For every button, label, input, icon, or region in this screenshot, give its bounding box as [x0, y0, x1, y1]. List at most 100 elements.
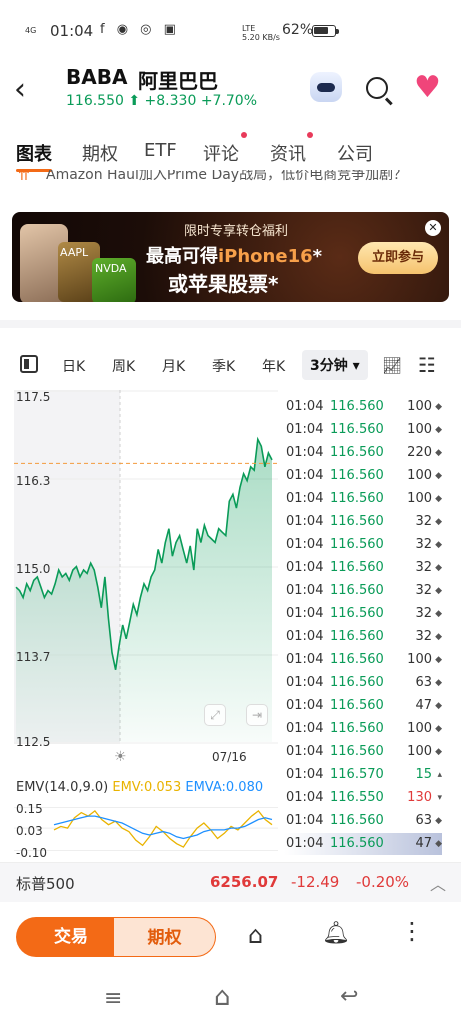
emv-legend[interactable]: EMV(14.0,9.0) EMV:0.053 EMVA:0.080	[16, 780, 263, 795]
trade-price: 116.560	[330, 813, 384, 828]
back-arrow-icon[interactable]: ‹	[14, 72, 26, 107]
period-month[interactable]: 月K	[162, 356, 185, 376]
trade-price: 116.560	[330, 652, 384, 667]
trade-price: 116.560	[330, 629, 384, 644]
trade-price: 116.560	[330, 583, 384, 598]
trade-time: 01:04	[286, 698, 324, 713]
tab-comments[interactable]: 评论	[203, 140, 239, 166]
stock-quote: 116.550 ⬆ +8.330 +7.70%	[66, 93, 257, 109]
zoom-reset-icon[interactable]: ⤢	[204, 704, 226, 726]
banner-join-button[interactable]: 立即参与	[358, 242, 438, 274]
period-quarter[interactable]: 季K	[212, 356, 235, 376]
recent-apps-icon[interactable]: ≡	[104, 986, 122, 1011]
tab-chart[interactable]: 图表	[16, 140, 52, 172]
tab-company[interactable]: 公司	[337, 140, 373, 166]
trade-time: 01:04	[286, 537, 324, 552]
index-name: 标普500	[16, 875, 75, 893]
layout-toggle-icon[interactable]	[20, 355, 38, 373]
trade-row: 01:04 116.560 32 ◆	[284, 534, 442, 556]
promo-banner[interactable]: AAPL NVDA 限时专享转仓福利 最高可得iPhone16* 或苹果股票* …	[12, 212, 449, 302]
home-icon[interactable]: ⌂	[214, 982, 231, 1012]
status-bar: 4G 01:04 f ◉ ◎ ▣ LTE 5.20 KB/s 62%	[0, 0, 461, 60]
trade-direction-icon: ◆	[435, 839, 442, 849]
banner-close-icon[interactable]: ✕	[425, 220, 441, 236]
index-value: 6256.07	[210, 873, 279, 891]
favorite-heart-icon[interactable]: ♥	[414, 70, 441, 105]
index-change: -12.49	[291, 873, 340, 891]
expand-caret-icon[interactable]: ︿	[430, 871, 446, 895]
trade-time: 01:04	[286, 790, 324, 805]
trade-direction-icon: ▾	[437, 793, 442, 803]
indicator-grid-icon[interactable]: ☷	[418, 353, 436, 377]
price-alert-icon[interactable]: 🔔︎	[322, 921, 350, 946]
more-icon[interactable]: ⋮	[400, 917, 424, 945]
trade-volume: 32	[415, 514, 432, 529]
trade-row: 01:04 116.560 100 ◆	[284, 465, 442, 487]
back-icon[interactable]: ↩	[340, 984, 358, 1009]
daytime-session-icon: ☀	[114, 749, 127, 765]
period-3min-dropdown[interactable]: 3分钟 ▾	[302, 350, 368, 380]
comments-unread-dot	[241, 132, 247, 138]
tab-options[interactable]: 期权	[82, 140, 118, 166]
company-name: 阿里巴巴	[138, 69, 218, 93]
news-ticker[interactable]: ⇈ Amazon Haul加入Prime Day战局，低价电商竞争加剧？	[0, 170, 461, 188]
trade-price: 116.560	[330, 422, 384, 437]
trade-volume: 100	[407, 468, 432, 483]
y-tick-label: 115.0	[16, 562, 51, 576]
up-arrow-icon: ⬆	[128, 93, 141, 109]
trending-icon: ⇈	[18, 170, 30, 184]
period-year[interactable]: 年K	[262, 356, 285, 376]
trade-volume: 100	[407, 721, 432, 736]
action-bar: 交易 期权 ⌂ 🔔︎ ⋮	[0, 903, 461, 965]
trade-volume: 63	[415, 675, 432, 690]
y-tick-label: 113.7	[16, 650, 51, 664]
system-nav-bar: ≡ ⌂ ↩	[0, 966, 461, 1024]
trade-time: 01:04	[286, 606, 324, 621]
trade-direction-icon: ◆	[435, 655, 442, 665]
trade-time: 01:04	[286, 721, 324, 736]
tab-etf[interactable]: ETF	[144, 140, 177, 161]
index-ticker-bar[interactable]: 标普500 6256.07 -12.49 -0.20% ︿	[0, 862, 461, 902]
trade-direction-icon: ◆	[435, 701, 442, 711]
trade-time: 01:04	[286, 744, 324, 759]
trade-button[interactable]: 交易	[16, 917, 126, 957]
banner-subtitle: 限时专享转仓福利	[184, 224, 289, 239]
price-chart-svg	[14, 390, 278, 744]
trade-row: 01:04 116.560 63 ◆	[284, 810, 442, 832]
signal-indicator: 4G	[25, 26, 37, 35]
jump-latest-icon[interactable]: ⇥	[246, 704, 268, 726]
period-day[interactable]: 日K	[62, 356, 85, 376]
period-week[interactable]: 周K	[112, 356, 135, 376]
trade-time: 01:04	[286, 491, 324, 506]
trade-price: 116.560	[330, 744, 384, 759]
trade-direction-icon: ◆	[435, 517, 442, 527]
trade-price: 116.560	[330, 606, 384, 621]
trade-price: 116.560	[330, 560, 384, 575]
trade-volume: 15	[415, 767, 432, 782]
network-speed: LTE 5.20 KB/s	[242, 24, 280, 42]
trade-row: 01:04 116.560 32 ◆	[284, 603, 442, 625]
trade-row: 01:04 116.560 100 ◆	[284, 741, 442, 763]
trade-row: 01:04 116.560 32 ◆	[284, 626, 442, 648]
trade-volume: 32	[415, 583, 432, 598]
trade-price: 116.550	[330, 790, 384, 805]
trade-price: 116.560	[330, 675, 384, 690]
trade-direction-icon: ◆	[435, 494, 442, 504]
trade-time: 01:04	[286, 652, 324, 667]
ai-assistant-icon[interactable]	[310, 72, 342, 102]
trade-row: 01:04 116.560 220 ◆	[284, 442, 442, 464]
trade-time: 01:04	[286, 560, 324, 575]
trade-direction-icon: ◆	[435, 586, 442, 596]
emv-y-tick: -0.10	[16, 846, 48, 860]
chart-type-icon[interactable]: 📈︎	[382, 356, 402, 375]
bank-icon[interactable]: ⌂	[248, 921, 263, 949]
section-tabs: 图表 期权 ETF 评论 资讯 公司	[0, 132, 461, 172]
options-button[interactable]: 期权	[114, 917, 216, 957]
price-chart[interactable]: 117.5 116.3 115.0 113.7 112.5 ⤢ ⇥	[14, 390, 278, 749]
battery-tip	[336, 29, 339, 34]
tab-news[interactable]: 资讯	[270, 140, 306, 166]
search-icon[interactable]	[366, 77, 388, 99]
emv-chart[interactable]: 0.15 0.03 -0.10	[14, 800, 278, 860]
trade-volume: 220	[407, 445, 432, 460]
promo-phones-image: AAPL NVDA	[20, 224, 140, 302]
